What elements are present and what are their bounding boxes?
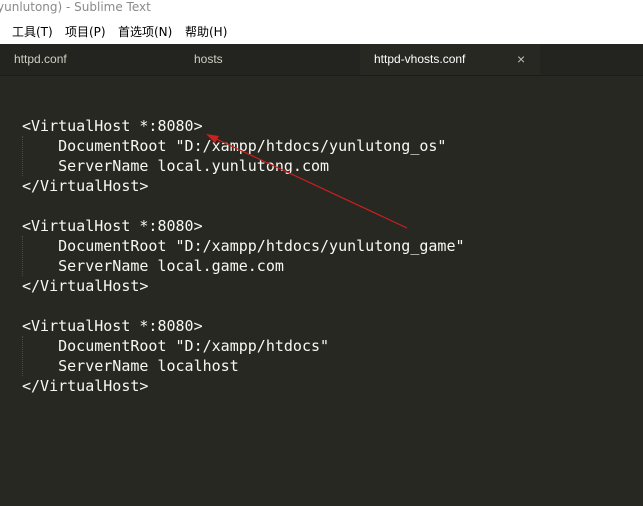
arrow-head [206,134,219,143]
sublime-window: yunlutong) - Sublime Text 工具(T) 项目(P) 首选… [0,0,643,506]
annotation-arrow [206,134,408,229]
arrow-shaft [211,136,408,229]
